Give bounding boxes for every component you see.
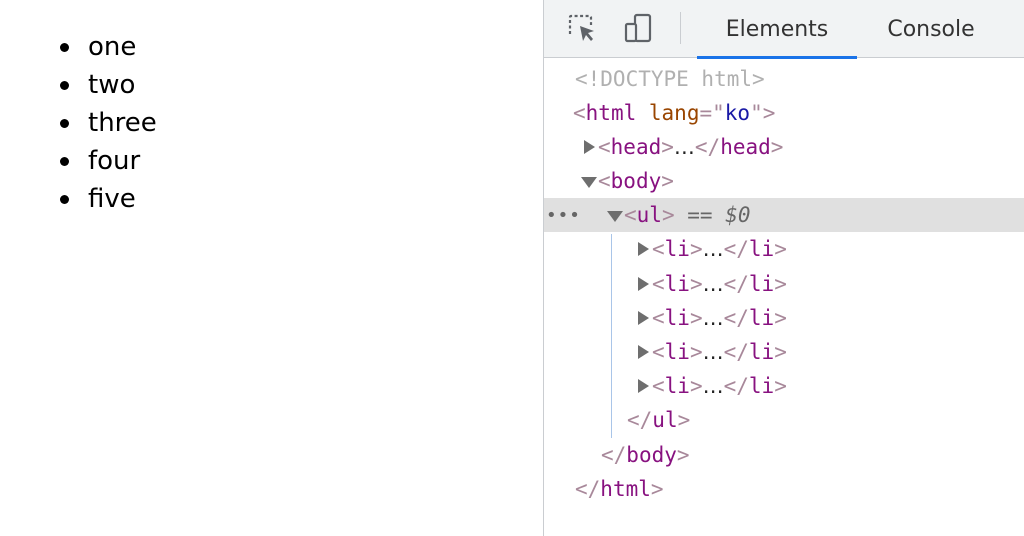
tag-name: li xyxy=(748,237,775,261)
tag-name: head xyxy=(610,135,662,159)
tag-name: body xyxy=(626,443,677,467)
more-actions-icon[interactable]: ••• xyxy=(546,198,581,232)
dom-node-li[interactable]: < li >… </li > xyxy=(544,267,1024,301)
attr-name: lang xyxy=(648,101,700,125)
tab-elements-label: Elements xyxy=(725,16,829,42)
collapsed-ellipsis[interactable]: … xyxy=(703,340,724,364)
dom-node-li[interactable]: < li >… </li > xyxy=(544,335,1024,369)
tag-name: body xyxy=(610,169,662,193)
list-item: one xyxy=(60,28,157,66)
dom-node-ul-close[interactable]: </ul > xyxy=(544,403,1024,437)
tag-name: head xyxy=(720,135,771,159)
tag-name: li xyxy=(664,237,690,261)
list-item: five xyxy=(60,180,157,218)
device-toolbar-icon xyxy=(624,13,652,43)
inspect-element-button[interactable] xyxy=(564,10,600,46)
tag-name: li xyxy=(748,306,775,330)
list-item: two xyxy=(60,66,157,104)
attr-value: ko xyxy=(724,101,751,125)
tab-console-label: Console xyxy=(887,16,975,42)
collapsed-ellipsis[interactable]: … xyxy=(674,135,695,159)
tag-name: li xyxy=(664,306,690,330)
expand-arrow-icon[interactable] xyxy=(634,275,652,293)
dom-node-body-close[interactable]: </body > xyxy=(544,438,1024,472)
tag-name: li xyxy=(664,374,690,398)
collapsed-ellipsis[interactable]: … xyxy=(703,272,724,296)
tag-name: ul xyxy=(652,408,678,432)
list-item: three xyxy=(60,104,157,142)
tag-name: li xyxy=(748,340,775,364)
devtools-toolbar: Elements Console xyxy=(544,0,1024,59)
tag-name: ul xyxy=(636,203,662,227)
dom-node-head[interactable]: < head >… </head > xyxy=(544,130,1024,164)
collapse-arrow-icon[interactable] xyxy=(580,172,598,190)
collapsed-ellipsis[interactable]: … xyxy=(703,306,724,330)
expand-arrow-icon[interactable] xyxy=(634,343,652,361)
collapsed-ellipsis[interactable]: … xyxy=(703,374,724,398)
page-viewport: one two three four five xyxy=(0,0,543,536)
expand-arrow-icon[interactable] xyxy=(634,377,652,395)
collapsed-ellipsis[interactable]: … xyxy=(703,237,724,261)
tag-name: li xyxy=(664,272,690,296)
expand-arrow-icon[interactable] xyxy=(580,138,598,156)
dom-node-li[interactable]: < li >… </li > xyxy=(544,369,1024,403)
devtools-panel: Elements Console <!DOCTYPE html> < html l… xyxy=(543,0,1024,536)
tab-console[interactable]: Console xyxy=(866,0,996,58)
tag-name: li xyxy=(664,340,690,364)
tag-name: li xyxy=(748,374,775,398)
bullet-list: one two three four five xyxy=(60,28,157,218)
dom-node-li[interactable]: < li >… </li > xyxy=(544,301,1024,335)
inspect-element-icon xyxy=(568,14,594,41)
tag-name: li xyxy=(748,272,775,296)
dom-node-li[interactable]: < li >… </li > xyxy=(544,232,1024,266)
device-toolbar-button[interactable] xyxy=(620,10,656,46)
dom-node-html-close[interactable]: </html > xyxy=(544,472,1024,506)
dom-node-ul-selected[interactable]: ••• < ul > == $0 xyxy=(544,198,1024,232)
tag-name: html xyxy=(600,477,651,501)
selected-marker-eq: == xyxy=(687,203,713,227)
expand-arrow-icon[interactable] xyxy=(634,309,652,327)
tag-name: html xyxy=(585,101,637,125)
selected-marker-var: $0 xyxy=(725,203,751,227)
expand-arrow-icon[interactable] xyxy=(634,240,652,258)
dom-node-body[interactable]: < body > xyxy=(544,164,1024,198)
list-item: four xyxy=(60,142,157,180)
doctype-text: <!DOCTYPE html> xyxy=(575,67,765,91)
tab-elements[interactable]: Elements xyxy=(697,0,857,59)
dom-node-doctype[interactable]: <!DOCTYPE html> xyxy=(544,62,1024,96)
toolbar-divider xyxy=(680,12,681,44)
dom-node-html[interactable]: < html lang =" ko "> xyxy=(544,96,1024,130)
dom-tree-guide-line xyxy=(611,234,612,438)
dom-tree: <!DOCTYPE html> < html lang =" ko "> < head >…… xyxy=(544,58,1024,536)
collapse-arrow-icon[interactable] xyxy=(606,206,624,224)
